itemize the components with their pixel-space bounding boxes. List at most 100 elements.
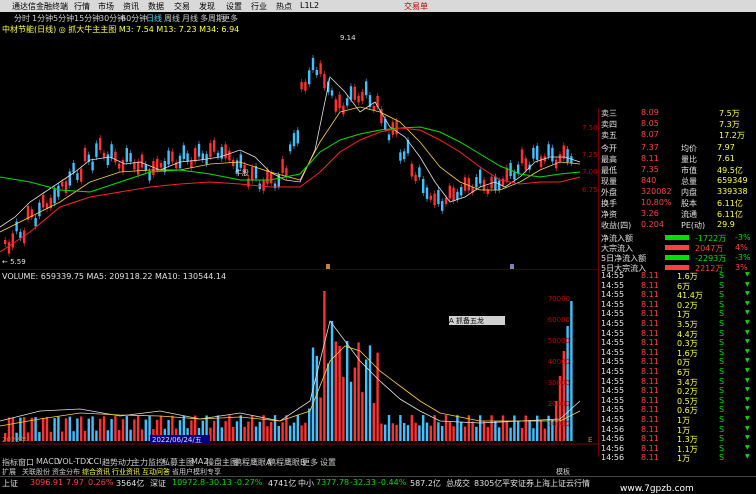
quote-value: 10.80% bbox=[641, 198, 672, 207]
tick-row: 14:55 8.11 0.6万 S ▼ bbox=[599, 405, 756, 415]
ask-row[interactable]: 卖四 8.05 7.3万 bbox=[599, 119, 756, 130]
volume-bar bbox=[228, 415, 231, 441]
period-tab[interactable]: 分时 bbox=[14, 13, 30, 24]
volume-axis-label: 40000 bbox=[548, 358, 570, 366]
volume-bar bbox=[517, 420, 520, 441]
volume-bar bbox=[342, 376, 345, 441]
volume-bar bbox=[539, 420, 543, 441]
quote-value: 7.37 bbox=[641, 143, 659, 152]
menu-item[interactable]: 数据 bbox=[148, 1, 164, 12]
date-label-cursor: 2022/06/24/五 bbox=[152, 436, 202, 444]
index-label[interactable]: 上证 bbox=[2, 478, 18, 489]
quote-value: 8.11 bbox=[641, 154, 659, 163]
volume-bar bbox=[494, 421, 497, 441]
tick-row: 14:55 8.11 1万 S ▼ bbox=[599, 309, 756, 319]
trade-button[interactable]: 交易单 bbox=[404, 1, 428, 12]
volume-bar bbox=[543, 428, 546, 441]
tick-price: 8.11 bbox=[641, 376, 659, 386]
tick-time: 14:55 bbox=[601, 319, 625, 328]
tick-arrow-icon: ▼ bbox=[745, 376, 750, 384]
index-percent: -0.44% bbox=[378, 478, 407, 487]
period-tab[interactable]: 1分钟 bbox=[32, 13, 53, 24]
tick-time: 14:55 bbox=[601, 415, 625, 424]
ask-row[interactable]: 卖三 8.09 7.5万 bbox=[599, 108, 756, 119]
volume-bar bbox=[376, 352, 379, 441]
ask-price: 8.09 bbox=[641, 108, 659, 117]
index-change: -32.33 bbox=[350, 478, 376, 487]
tick-row: 14:55 8.11 0.2万 S ▼ bbox=[599, 300, 756, 310]
volume-bar bbox=[479, 415, 482, 441]
tick-arrow-icon: ▼ bbox=[745, 328, 750, 336]
index-value: 10972.8 bbox=[172, 478, 206, 487]
volume-bar bbox=[289, 425, 292, 441]
candlestick-chart[interactable]: 9.14 ← 5.59 牛股 7.50 7.25 7.00 6.75 bbox=[0, 32, 598, 270]
index-label[interactable]: 中小 bbox=[298, 478, 314, 489]
tick-time: 14:55 bbox=[601, 328, 625, 338]
ask-row[interactable]: 卖五 8.07 17.2万 bbox=[599, 130, 756, 141]
menu-item[interactable]: 市场 bbox=[98, 1, 114, 12]
quote-label: 总量 bbox=[681, 177, 697, 186]
index-label[interactable]: 深证 bbox=[150, 478, 166, 489]
period-tab[interactable]: 多周期 bbox=[200, 13, 224, 24]
period-tab[interactable]: 15分钟 bbox=[74, 13, 100, 24]
menu-item[interactable]: 资讯 bbox=[123, 1, 139, 12]
volume-bar bbox=[110, 419, 113, 441]
tick-time: 14:56 bbox=[601, 434, 625, 444]
volume-bar bbox=[292, 422, 296, 441]
quote-value: 29.9 bbox=[717, 220, 735, 229]
tick-side: S bbox=[719, 376, 725, 386]
volume-bar bbox=[406, 425, 410, 441]
period-tab-active[interactable]: 日线 bbox=[146, 13, 162, 24]
menu-item[interactable]: 交易 bbox=[174, 1, 190, 12]
period-tab[interactable]: 60分钟 bbox=[121, 13, 147, 24]
menu-item[interactable]: 发现 bbox=[199, 1, 215, 12]
quote-label: 今开 bbox=[601, 144, 617, 153]
event-marker[interactable] bbox=[326, 264, 330, 269]
volume-bar bbox=[45, 416, 49, 441]
tick-time: 14:55 bbox=[601, 299, 625, 309]
tick-time: 14:56 bbox=[601, 443, 625, 453]
volume-bar bbox=[486, 427, 489, 441]
volume-bar bbox=[330, 321, 334, 441]
volume-bar bbox=[475, 426, 478, 441]
tick-time: 14:55 bbox=[601, 357, 625, 367]
menu-item[interactable]: 热点 bbox=[276, 1, 292, 12]
period-tab[interactable]: 更多 bbox=[222, 13, 238, 24]
tick-price: 8.11 bbox=[641, 386, 659, 396]
period-tab[interactable]: 周线 bbox=[164, 13, 180, 24]
volume-bar bbox=[338, 346, 341, 441]
indicator-tab[interactable]: VOL-TDX bbox=[57, 457, 92, 466]
tick-volume: 1万 bbox=[677, 454, 691, 464]
event-marker[interactable] bbox=[510, 264, 514, 269]
volume-bar bbox=[505, 420, 508, 441]
volume-bar bbox=[42, 417, 45, 441]
volume-bar bbox=[30, 417, 33, 441]
period-tab[interactable]: 5分钟 bbox=[53, 13, 74, 24]
tick-price: 8.11 bbox=[641, 367, 659, 376]
tick-arrow-icon: ▼ bbox=[745, 424, 750, 432]
volume-chart[interactable]: 70000 60000 50000 40000 30000 20000 1000… bbox=[0, 281, 598, 445]
menu-item[interactable]: 行情 bbox=[74, 1, 90, 12]
index-value: 3096.91 bbox=[30, 478, 64, 487]
menu-item[interactable]: 行业 bbox=[251, 1, 267, 12]
volume-bar bbox=[498, 427, 501, 441]
watermark-text: www.7gpzb.com bbox=[620, 484, 694, 494]
tick-arrow-icon: ▼ bbox=[745, 309, 750, 317]
indicator-tab[interactable]: CCI bbox=[88, 457, 102, 466]
tick-time: 14:55 bbox=[601, 347, 625, 357]
menu-item[interactable]: 设置 bbox=[226, 1, 242, 12]
volume-bar bbox=[235, 421, 239, 441]
tick-row: 14:55 8.11 4.4万 S ▼ bbox=[599, 329, 756, 339]
quote-label: 市值 bbox=[681, 166, 697, 175]
tick-time: 14:56 bbox=[601, 453, 625, 463]
quote-label: 量比 bbox=[681, 155, 697, 164]
menu-item[interactable]: L1L2 bbox=[300, 1, 319, 10]
flow-bar bbox=[665, 255, 689, 260]
volume-bar bbox=[536, 415, 539, 441]
tick-price: 8.11 bbox=[641, 338, 659, 348]
volume-bar bbox=[125, 416, 128, 441]
tick-arrow-icon: ▼ bbox=[745, 290, 750, 298]
period-tab[interactable]: 月线 bbox=[182, 13, 198, 24]
tick-price: 8.11 bbox=[641, 290, 659, 300]
indicator-popup[interactable]: A 抓备五龙 bbox=[449, 316, 505, 325]
